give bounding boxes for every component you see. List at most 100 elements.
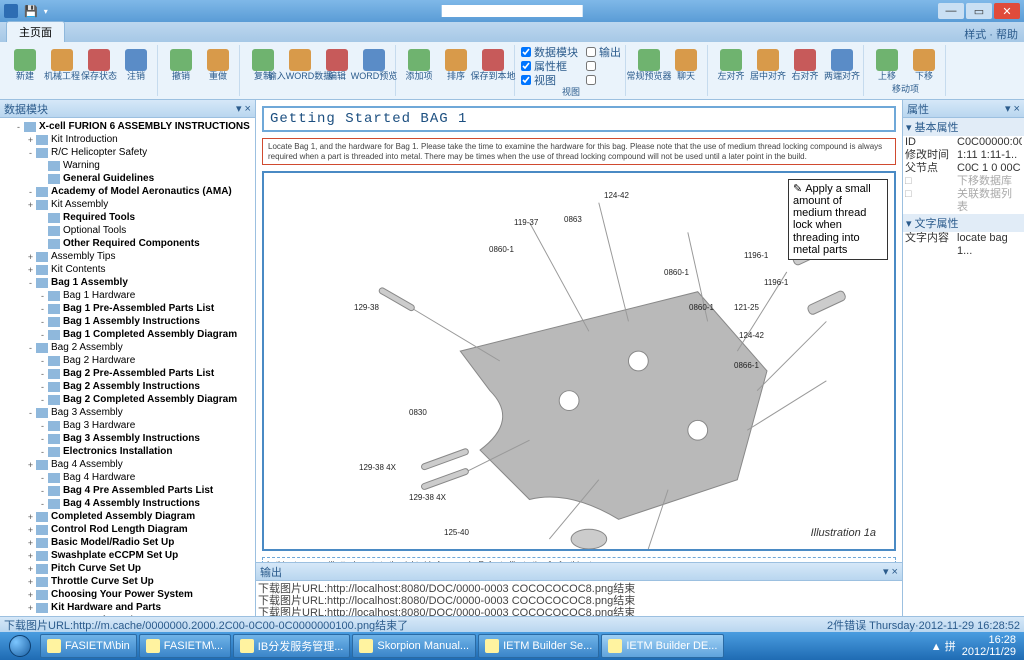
maximize-button[interactable]: ▭ <box>966 3 992 19</box>
windows-taskbar[interactable]: FASIETM\binFASIETM\...IB分发服务管理...Skorpio… <box>0 632 1024 660</box>
rib-undo-1[interactable]: 重做 <box>201 45 235 85</box>
tree-node[interactable]: +Kit Contents <box>0 263 255 276</box>
rib-edit-3[interactable]: WORD预览 <box>357 45 391 85</box>
properties-close-icon[interactable]: ▾ × <box>1005 102 1020 115</box>
tray-lang[interactable]: ▲ 拼 <box>931 638 956 654</box>
tree-node[interactable]: General Guidelines <box>0 172 255 185</box>
tree-node[interactable]: -Bag 2 Assembly <box>0 341 255 354</box>
prop-row[interactable]: □关联数据列表 <box>903 188 1024 214</box>
tree-node[interactable]: -Bag 3 Assembly Instructions <box>0 432 255 445</box>
tree-node[interactable]: +Choosing Your Power System <box>0 588 255 601</box>
tree-node[interactable]: -Bag 2 Completed Assembly Diagram <box>0 393 255 406</box>
taskbar-button[interactable]: FASIETM\bin <box>40 634 137 658</box>
rib-move-0[interactable]: 上移 <box>870 45 904 85</box>
rib-view-1[interactable]: 聊天 <box>669 45 703 85</box>
start-button[interactable] <box>2 633 38 659</box>
prop-group[interactable]: ▾基本属性 <box>903 118 1024 136</box>
prop-row[interactable]: □下移数据库 <box>903 175 1024 188</box>
rib-item-0[interactable]: 添加项 <box>402 45 436 85</box>
tree-node[interactable]: -Bag 4 Assembly Instructions <box>0 497 255 510</box>
tree-node[interactable]: -Academy of Model Aeronautics (AMA) <box>0 185 255 198</box>
rib-item-1[interactable]: 排序 <box>439 45 473 85</box>
rib-check-5[interactable] <box>586 73 621 86</box>
tree-node[interactable]: +Kit Assembly <box>0 198 255 211</box>
tree-node[interactable]: -Electronics Installation <box>0 445 255 458</box>
rib-file-3[interactable]: 注销 <box>119 45 153 85</box>
taskbar-button[interactable]: IB分发服务管理... <box>233 634 351 658</box>
tree-node[interactable]: +Pitch Curve Set Up <box>0 562 255 575</box>
prop-row[interactable]: IDC0C00000:00C.. <box>903 136 1024 149</box>
properties-list[interactable]: ▾基本属性IDC0C00000:00C..修改时间1:11 1:11-1..父节… <box>903 118 1024 616</box>
rib-check-2[interactable]: 属性框 <box>521 59 578 72</box>
tree-node[interactable]: Optional Tools <box>0 224 255 237</box>
tree-node[interactable]: Warning <box>0 159 255 172</box>
rib-file-1[interactable]: 机械工程 <box>45 45 79 85</box>
minimize-button[interactable]: — <box>938 3 964 19</box>
tree-node[interactable]: -Bag 3 Hardware <box>0 419 255 432</box>
rib-view-0[interactable]: 常规预览器 <box>632 45 666 85</box>
rib-align-2[interactable]: 右对齐 <box>788 45 822 85</box>
tree-node[interactable]: +Basic Model/Radio Set Up <box>0 536 255 549</box>
rib-align-0[interactable]: 左对齐 <box>714 45 748 85</box>
tree-node[interactable]: -X-cell FURION 6 ASSEMBLY INSTRUCTIONS <box>0 120 255 133</box>
tree-node[interactable]: -Bag 1 Completed Assembly Diagram <box>0 328 255 341</box>
left-panel-close-icon[interactable]: ▾ × <box>236 102 251 115</box>
close-button[interactable]: ✕ <box>994 3 1020 19</box>
tray-clock[interactable]: 16:282012/11/29 <box>962 634 1016 658</box>
taskbar-button[interactable]: IETM Builder Se... <box>478 634 599 658</box>
prop-group[interactable]: ▾文字属性 <box>903 214 1024 232</box>
tree-node[interactable]: +Assembly Tips <box>0 250 255 263</box>
module-tree[interactable]: -X-cell FURION 6 ASSEMBLY INSTRUCTIONS+K… <box>0 118 255 616</box>
tree-node[interactable]: +Kit Introduction <box>0 133 255 146</box>
tree-node[interactable]: -Bag 4 Pre Assembled Parts List <box>0 484 255 497</box>
qat-dropdown-icon[interactable]: ▾ <box>44 7 48 16</box>
rib-undo-0[interactable]: 撤销 <box>164 45 198 85</box>
rib-edit-2[interactable]: 编辑 <box>320 45 354 85</box>
taskbar-button[interactable]: IETM Builder DE... <box>601 634 724 658</box>
taskbar-button[interactable]: FASIETM\... <box>139 634 231 658</box>
tree-node[interactable]: -Bag 2 Hardware <box>0 354 255 367</box>
rib-align-3[interactable]: 两端对齐 <box>825 45 859 85</box>
rib-edit-1[interactable]: 输入WORD数据 <box>283 45 317 85</box>
tree-node[interactable]: +Swashplate eCCPM Set Up <box>0 549 255 562</box>
rib-check-3[interactable] <box>586 59 621 72</box>
tree-node[interactable]: -Bag 2 Assembly Instructions <box>0 380 255 393</box>
rib-item-2[interactable]: 保存到本地 <box>476 45 510 85</box>
tree-node[interactable]: -Bag 1 Assembly Instructions <box>0 315 255 328</box>
rib-check-1[interactable]: 输出 <box>586 45 621 58</box>
tree-node[interactable]: Other Required Components <box>0 237 255 250</box>
tab-main[interactable]: 主页面 <box>6 21 65 42</box>
qat-save-icon[interactable]: 💾 <box>24 5 38 18</box>
part-label: 125-40 <box>444 528 469 537</box>
tree-node-icon <box>48 161 60 171</box>
tree-node[interactable]: +Throttle Curve Set Up <box>0 575 255 588</box>
tree-node[interactable]: +Bag 4 Assembly <box>0 458 255 471</box>
tree-node[interactable]: Required Tools <box>0 211 255 224</box>
tree-node[interactable]: +Completed Assembly Diagram <box>0 510 255 523</box>
document-view[interactable]: Getting Started BAG 1 Locate Bag 1, and … <box>256 100 902 562</box>
tree-node[interactable]: -R/C Helicopter Safety <box>0 146 255 159</box>
system-tray[interactable]: ▲ 拼 16:282012/11/29 <box>931 634 1022 658</box>
part-label: 0860-1 <box>664 268 689 277</box>
tree-node[interactable]: +Kit Hardware and Parts <box>0 601 255 614</box>
rib-check-4[interactable]: 视图 <box>521 73 578 86</box>
rib-move-1[interactable]: 下移 <box>907 45 941 85</box>
tree-node[interactable]: -Bag 4 Hardware <box>0 471 255 484</box>
taskbar-button[interactable]: Skorpion Manual... <box>352 634 476 658</box>
tabstrip-right[interactable]: 样式 · 帮助 <box>964 26 1018 42</box>
tree-node[interactable]: +Control Rod Length Diagram <box>0 523 255 536</box>
output-panel-close-icon[interactable]: ▾ × <box>883 565 898 578</box>
tree-node[interactable]: -Bag 3 Assembly <box>0 406 255 419</box>
rib-check-0[interactable]: 数据模块 <box>521 45 578 58</box>
tree-node[interactable]: -Bag 2 Pre-Assembled Parts List <box>0 367 255 380</box>
rib-align-1[interactable]: 居中对齐 <box>751 45 785 85</box>
tree-node[interactable]: -Bag 1 Hardware <box>0 289 255 302</box>
rib-file-2[interactable]: 保存状态 <box>82 45 116 85</box>
rib-file-0[interactable]: 新建 <box>8 45 42 85</box>
prop-row[interactable]: 修改时间1:11 1:11-1.. <box>903 149 1024 162</box>
tree-node[interactable]: -Bag 1 Assembly <box>0 276 255 289</box>
prop-row[interactable]: 文字内容locate bag 1... <box>903 232 1024 258</box>
prop-row[interactable]: 父节点C0C 1 0 00C <box>903 162 1024 175</box>
tree-node[interactable]: -Bag 1 Pre-Assembled Parts List <box>0 302 255 315</box>
output-body[interactable]: 下载图片URL:http://localhost:8080/DOC/0000-0… <box>256 581 902 616</box>
